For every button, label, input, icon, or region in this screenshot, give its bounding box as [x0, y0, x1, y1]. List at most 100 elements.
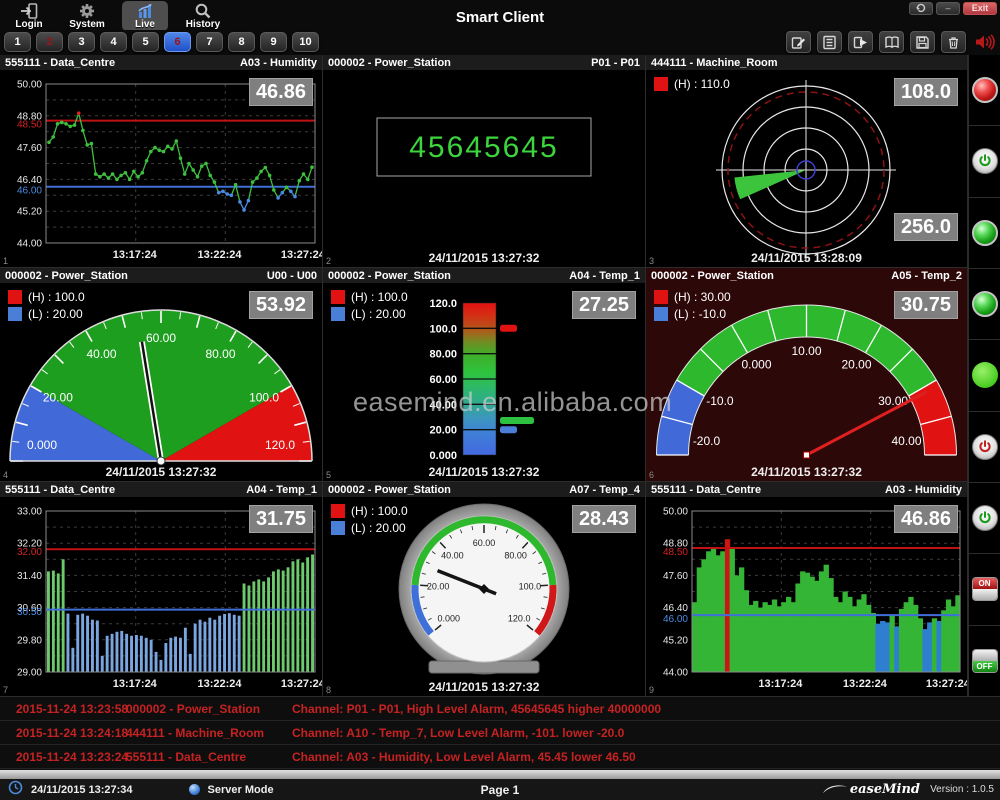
tab-4[interactable]: 4: [100, 32, 127, 52]
channel-label: A03 - Humidity: [240, 57, 317, 69]
station-label: 555111 - Data_Centre: [5, 57, 115, 69]
svg-text:13:27:24: 13:27:24: [281, 678, 322, 690]
legend-item: (L) : 20.00: [331, 521, 408, 535]
play-icon[interactable]: [848, 31, 873, 53]
tab-1[interactable]: 1: [4, 32, 31, 52]
station-label: 444111 - Machine_Room: [651, 57, 778, 69]
legend-item: (H) : 30.00: [654, 290, 731, 304]
tab-2[interactable]: 2: [36, 32, 63, 52]
svg-text:100.0: 100.0: [519, 581, 542, 591]
alarm-message: Channel: A10 - Temp_7, Low Level Alarm, …: [292, 726, 624, 740]
exit-button[interactable]: Exit: [963, 2, 997, 15]
svg-text:80.00: 80.00: [504, 551, 527, 561]
speaker-icon[interactable]: [972, 31, 998, 53]
value-badge: 27.25: [572, 291, 636, 319]
alarm-row[interactable]: 2015-11-24 13:23:58000002 - Power_Statio…: [0, 697, 1000, 721]
svg-text:47.60: 47.60: [663, 571, 688, 582]
tab-3[interactable]: 3: [68, 32, 95, 52]
alarm-scrollbar[interactable]: [0, 770, 1000, 779]
value-badge: 256.0: [894, 213, 958, 241]
panel-number: 6: [649, 470, 654, 480]
list-icon[interactable]: [817, 31, 842, 53]
panel-body: (H) : 110.0108.0256.024/11/2015 13:28:09: [646, 70, 967, 267]
legend-swatch: [331, 504, 345, 518]
tab-9[interactable]: 9: [260, 32, 287, 52]
side-cell: [969, 198, 1000, 269]
off-button[interactable]: OFF: [972, 649, 998, 673]
window-controls: – Exit: [909, 2, 997, 15]
panel-1-line[interactable]: 555111 - Data_Centre A03 - Humidity 50.00 4…: [0, 55, 323, 268]
svg-text:44.00: 44.00: [17, 239, 42, 250]
side-button-strip: ON OFF: [968, 55, 1000, 697]
svg-text:60.00: 60.00: [146, 331, 176, 345]
panel-legend: (H) : 100.0(L) : 20.00: [331, 504, 408, 538]
panel-number: 7: [3, 685, 8, 695]
svg-text:0.000: 0.000: [741, 357, 771, 371]
led-indicator-green[interactable]: [972, 362, 998, 388]
value-badge: 30.75: [894, 291, 958, 319]
tab-8[interactable]: 8: [228, 32, 255, 52]
panel-number: 4: [3, 470, 8, 480]
indicator-button-green[interactable]: [972, 220, 998, 246]
topbar: LoginSystemLiveHistory Smart Client – Ex…: [0, 0, 1000, 30]
indicator-button-green[interactable]: [972, 291, 998, 317]
panel-legend: (H) : 30.00(L) : -10.0: [654, 290, 731, 324]
panel-4-gauge_pie[interactable]: 000002 - Power_StationU00 - U000.00020.0…: [0, 268, 323, 482]
panel-2-digital[interactable]: 000002 - Power_StationP01 - P01456456452…: [323, 55, 646, 268]
statusbar: 24/11/2015 13:27:34 Server Mode Page 1 e…: [0, 779, 1000, 800]
legend-swatch: [654, 307, 668, 321]
alarm-row[interactable]: 2015-11-24 13:23:24555111 - Data_CentreC…: [0, 745, 1000, 769]
panel-header: 000002 - Power_StationP01 - P01: [323, 55, 645, 70]
alarm-row[interactable]: 2015-11-24 13:24:18444111 - Machine_Room…: [0, 721, 1000, 745]
channel-label: A04 - Temp_1: [569, 270, 640, 282]
edit-icon[interactable]: [786, 31, 811, 53]
tab-7[interactable]: 7: [196, 32, 223, 52]
panel-9-area[interactable]: 555111 - Data_CentreA03 - Humidity50.004…: [646, 482, 968, 697]
alarm-station: 000002 - Power_Station: [126, 702, 292, 716]
svg-text:0.000: 0.000: [429, 450, 457, 462]
channel-label: P01 - P01: [591, 57, 640, 69]
svg-text:13:22:24: 13:22:24: [197, 678, 242, 690]
svg-text:0.000: 0.000: [27, 438, 57, 452]
value-badge: 53.92: [249, 291, 313, 319]
alarm-list[interactable]: 2015-11-24 13:23:58000002 - Power_Statio…: [0, 697, 1000, 770]
panel-5-vbar[interactable]: 000002 - Power_StationA04 - Temp_1120.01…: [323, 268, 646, 482]
svg-text:40.00: 40.00: [891, 434, 921, 448]
trash-icon[interactable]: [941, 31, 966, 53]
book-icon[interactable]: [879, 31, 904, 53]
panel-timestamp: 24/11/2015 13:27:32: [323, 251, 645, 265]
power-button-green[interactable]: [972, 148, 998, 174]
panel-body: 33.0032.2032.0031.4030.6030.5029.8029.00…: [0, 497, 322, 696]
panel-7-bar[interactable]: 555111 - Data_CentreA04 - Temp_133.0032.…: [0, 482, 323, 697]
refresh-button[interactable]: [909, 2, 933, 15]
value-badge: 108.0: [894, 78, 958, 106]
panel-3-radar[interactable]: 444111 - Machine_Room(H) : 110.0108.0256…: [646, 55, 968, 268]
indicator-button-red[interactable]: [972, 77, 998, 103]
power-button-green[interactable]: [972, 505, 998, 531]
station-label: 000002 - Power_Station: [5, 270, 128, 282]
tab-5[interactable]: 5: [132, 32, 159, 52]
on-button[interactable]: ON: [972, 577, 998, 601]
panel-header: 555111 - Data_Centre A03 - Humidity: [0, 55, 322, 70]
svg-text:0.000: 0.000: [438, 614, 461, 624]
panel-6-gauge_ring[interactable]: 000002 - Power_StationA05 - Temp_2-20.0-…: [646, 268, 968, 482]
panel-8-gauge_speedo[interactable]: 000002 - Power_StationA07 - Temp_40.0002…: [323, 482, 646, 697]
svg-text:60.00: 60.00: [429, 374, 457, 386]
panel-number: 2: [326, 256, 331, 266]
minimize-button[interactable]: –: [936, 2, 960, 15]
panel-body: 4564564524/11/2015 13:27:32: [323, 70, 645, 267]
tab-6[interactable]: 6: [164, 32, 191, 52]
svg-text:46.40: 46.40: [17, 175, 42, 186]
tab-10[interactable]: 10: [292, 32, 319, 52]
station-label: 000002 - Power_Station: [328, 484, 451, 496]
legend-swatch: [331, 307, 345, 321]
legend-swatch: [654, 290, 668, 304]
side-cell: [969, 126, 1000, 197]
station-label: 000002 - Power_Station: [328, 270, 451, 282]
power-button-red[interactable]: [972, 434, 998, 460]
svg-text:50.00: 50.00: [17, 80, 42, 91]
svg-text:13:22:24: 13:22:24: [197, 249, 242, 261]
panel-header: 000002 - Power_StationA07 - Temp_4: [323, 482, 645, 497]
legend-item: (H) : 100.0: [8, 290, 85, 304]
save-icon[interactable]: [910, 31, 935, 53]
